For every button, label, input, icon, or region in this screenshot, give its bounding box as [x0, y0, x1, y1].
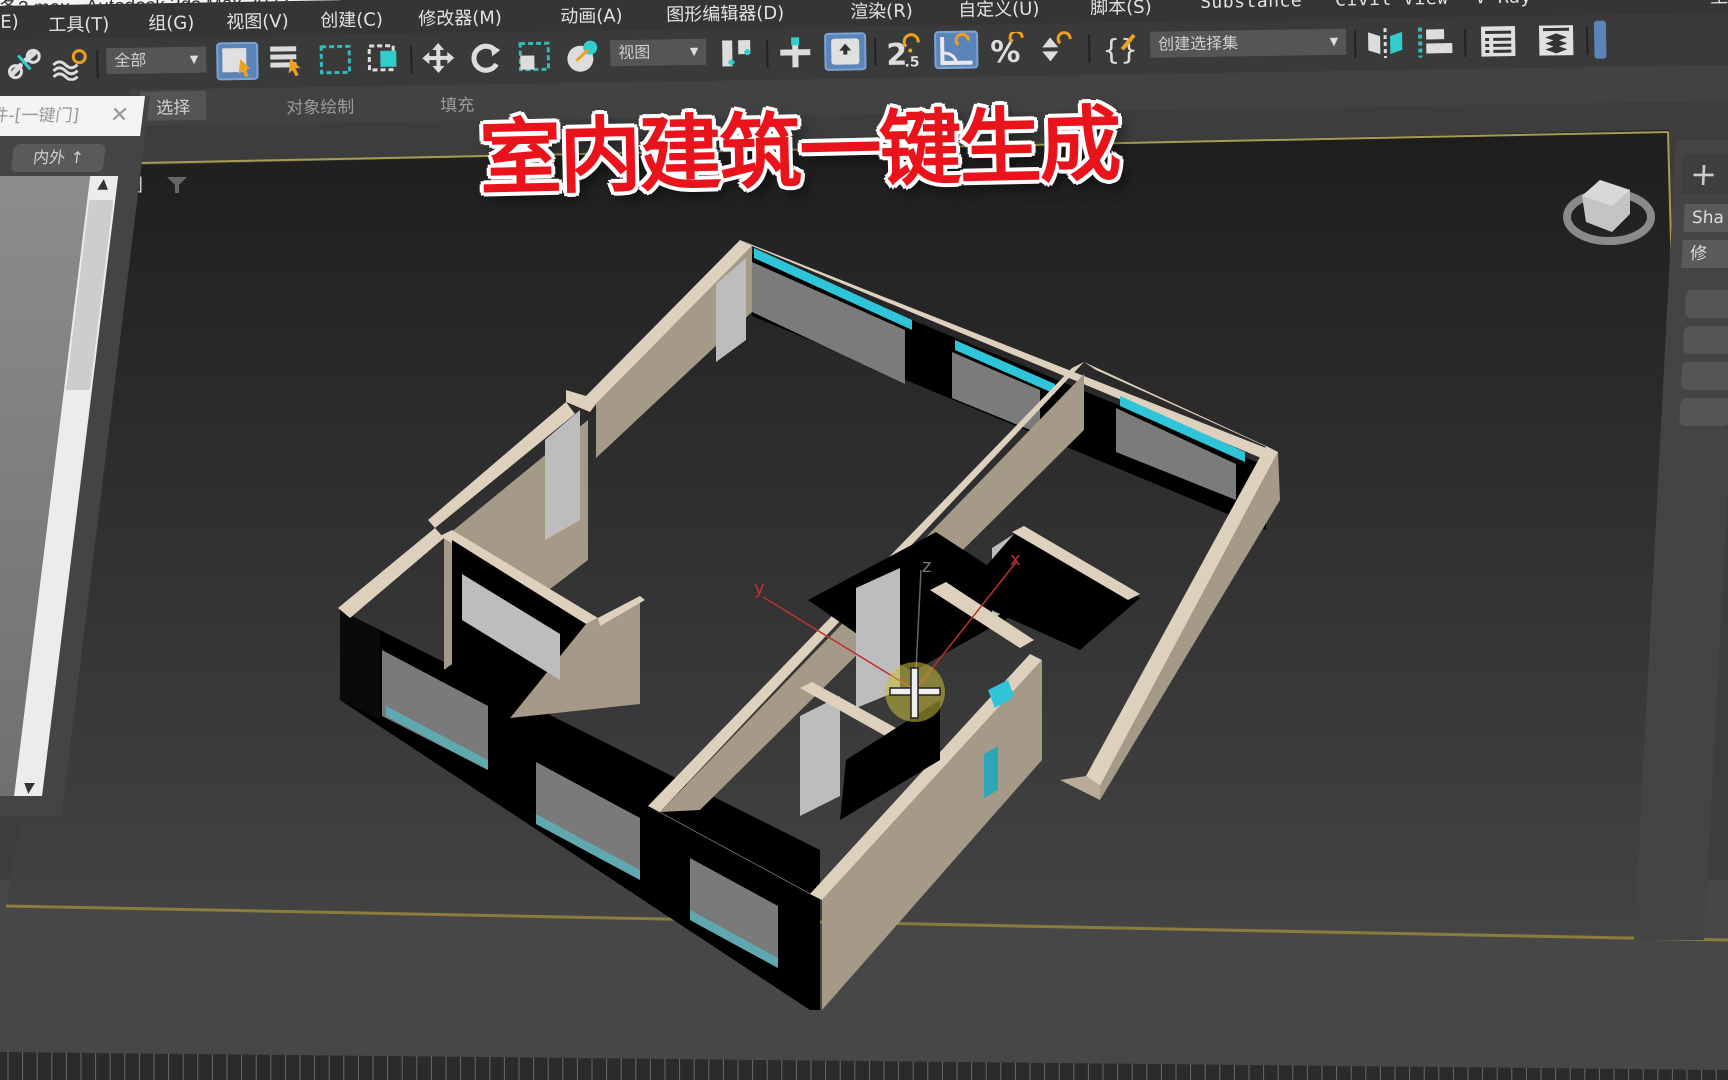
- link-icon[interactable]: [4, 45, 45, 84]
- pivot-icon[interactable]: [716, 34, 759, 73]
- named-selection-dropdown[interactable]: 创建选择集 ▼: [1150, 28, 1347, 58]
- arrow-up-icon: ↑: [69, 148, 85, 167]
- select-by-name-icon[interactable]: [266, 41, 309, 80]
- edit-named-selection-icon[interactable]: {}: [1098, 28, 1143, 67]
- menu-cut-item[interactable]: 工: [1710, 0, 1728, 9]
- toolbar-separator: [874, 38, 877, 67]
- menu-graph-editors[interactable]: 图形编辑器(D): [666, 0, 784, 27]
- snaps-toggle-icon[interactable]: 2.5: [882, 31, 927, 70]
- menu-tools[interactable]: 工具(T): [48, 10, 109, 37]
- command-button[interactable]: [1680, 362, 1728, 390]
- reference-coordinate-value: 视图: [618, 42, 651, 63]
- toolbar-separator: [766, 39, 769, 68]
- menu-scripting[interactable]: 脚本(S): [1090, 0, 1152, 20]
- menu-rendering[interactable]: 渲染(R): [850, 0, 913, 24]
- gizmo-x-label: x: [1010, 549, 1021, 570]
- toolbar-edge-button[interactable]: [1593, 20, 1607, 59]
- menu-vray[interactable]: V-Ray: [1475, 0, 1532, 8]
- close-icon[interactable]: ✕: [108, 96, 131, 136]
- overlay-caption: 室内建筑一键生成: [478, 97, 1121, 207]
- window-crossing-icon[interactable]: [364, 39, 405, 78]
- command-button[interactable]: [1682, 326, 1728, 354]
- window-bathroom-side: [984, 746, 998, 798]
- sort-button-label: 内外: [32, 148, 67, 167]
- toolbar-separator: [1354, 30, 1357, 59]
- scene-explorer-title: 件-[一键门]: [0, 106, 81, 126]
- layer-explorer-icon[interactable]: [1534, 21, 1579, 60]
- menu-modifiers[interactable]: 修改器(M): [418, 4, 502, 31]
- scene-explorer-icon[interactable]: [1476, 22, 1521, 61]
- menu-substance[interactable]: Substance: [1200, 0, 1302, 13]
- rectangular-selection-icon[interactable]: [316, 40, 357, 79]
- scale-icon[interactable]: [514, 37, 555, 76]
- svg-text:.5: .5: [904, 54, 919, 69]
- align-icon[interactable]: [1414, 23, 1459, 62]
- menu-create[interactable]: 创建(C): [320, 5, 383, 32]
- menu-group[interactable]: 组(G): [148, 9, 194, 36]
- select-object-icon[interactable]: [216, 41, 259, 81]
- menu-animation[interactable]: 动画(A): [560, 2, 623, 29]
- rotate-icon[interactable]: [466, 38, 507, 77]
- menu-overflow-chevron-icon[interactable]: »: [1670, 0, 1684, 5]
- menu-edit[interactable]: E): [0, 12, 19, 33]
- scene-explorer-header: 件-[一键门] ✕: [0, 96, 145, 136]
- toolbar-separator: [1585, 26, 1589, 55]
- reference-coordinate-dropdown[interactable]: 视图 ▼: [610, 38, 707, 67]
- svg-text:%: %: [990, 35, 1021, 66]
- filter-icon[interactable]: [166, 176, 188, 198]
- toolbar-separator: [1464, 28, 1467, 57]
- move-icon[interactable]: [418, 39, 459, 78]
- spinner-snap-icon[interactable]: [1036, 29, 1081, 68]
- percent-snap-icon[interactable]: %: [986, 30, 1031, 69]
- create-tab-plus-icon[interactable]: +: [1681, 154, 1728, 194]
- sort-inner-outer-button[interactable]: 内外 ↑: [10, 144, 107, 172]
- mirror-icon[interactable]: [1364, 24, 1409, 63]
- list-item[interactable]: 01: [0, 216, 1, 232]
- scroll-up-chevron-icon[interactable]: ▲: [88, 176, 118, 192]
- select-manipulate-icon[interactable]: [774, 33, 817, 72]
- tab-object-paint[interactable]: 对象绘制: [286, 92, 354, 118]
- selection-filter-dropdown[interactable]: 全部 ▼: [106, 46, 207, 75]
- keyboard-shortcut-override-icon[interactable]: [823, 32, 867, 71]
- menu-views[interactable]: 视图(V): [226, 7, 289, 34]
- chevron-down-icon: ▼: [689, 44, 699, 59]
- named-selection-value: 创建选择集: [1158, 33, 1239, 54]
- toolbar-separator: [1088, 34, 1091, 63]
- bind-space-warp-icon[interactable]: [50, 44, 91, 83]
- place-icon[interactable]: [562, 36, 603, 75]
- toolbar-separator: [96, 50, 99, 79]
- gizmo-y-label: y: [754, 578, 765, 599]
- menu-civil-view[interactable]: Civil View: [1335, 0, 1449, 11]
- object-name-field[interactable]: Sha: [1683, 204, 1728, 232]
- tab-populate[interactable]: 填充: [440, 91, 474, 117]
- command-button[interactable]: [1684, 290, 1728, 318]
- selection-filter-value: 全部: [114, 50, 147, 71]
- menu-customize[interactable]: 自定义(U): [958, 0, 1040, 22]
- closet-door-2: [800, 696, 840, 816]
- toolbar-separator: [410, 45, 413, 74]
- angle-snap-icon[interactable]: [933, 30, 979, 70]
- gizmo-z-label: z: [922, 556, 931, 577]
- scroll-down-chevron-icon[interactable]: ▼: [14, 780, 44, 796]
- chevron-down-icon: ▼: [1329, 34, 1339, 48]
- command-button[interactable]: [1679, 398, 1728, 426]
- chevron-down-icon: ▼: [189, 52, 199, 66]
- modifier-list-dropdown[interactable]: 修: [1681, 240, 1728, 268]
